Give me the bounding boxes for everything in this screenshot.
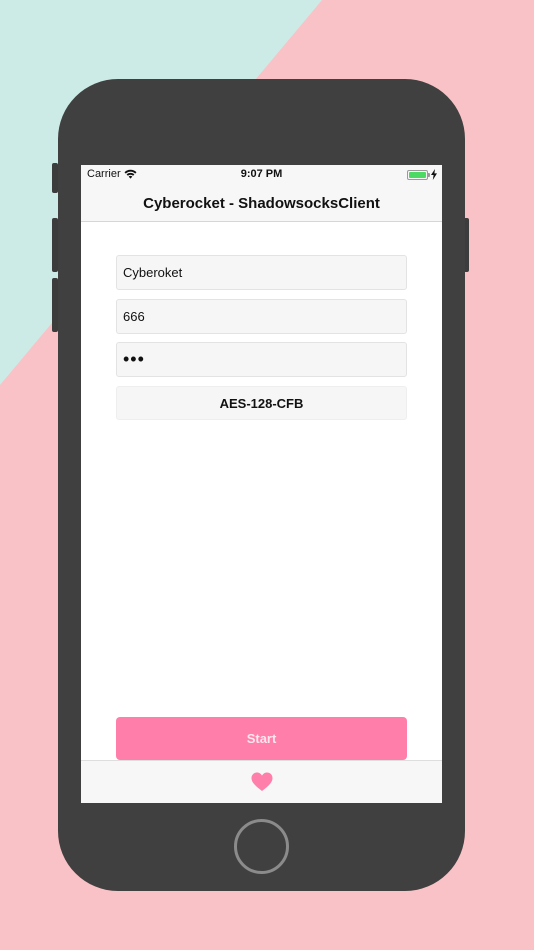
- tab-bar: [81, 760, 442, 803]
- charging-bolt-icon: [431, 169, 437, 180]
- start-button-label: Start: [246, 731, 277, 746]
- start-button[interactable]: Start: [116, 717, 407, 760]
- status-bar: Carrier 9:07 PM: [81, 165, 442, 185]
- home-button[interactable]: [234, 819, 289, 874]
- encryption-method-select[interactable]: AES-128-CFB: [116, 386, 407, 420]
- navigation-bar: Cyberocket - ShadowsocksClient: [81, 185, 442, 222]
- battery-cap: [428, 173, 430, 177]
- encryption-method-value: AES-128-CFB: [219, 395, 304, 411]
- password-field[interactable]: [116, 342, 407, 377]
- battery-icon: [407, 170, 430, 180]
- app-screen: Carrier 9:07 PM Cyberocket - Shadowsocks…: [81, 165, 442, 803]
- server-field[interactable]: [116, 255, 407, 290]
- status-time: 9:07 PM: [240, 168, 283, 180]
- port-field[interactable]: [116, 299, 407, 334]
- battery-level: [409, 172, 426, 178]
- heart-icon[interactable]: [251, 772, 273, 792]
- page-title: Cyberocket - ShadowsocksClient: [143, 194, 380, 212]
